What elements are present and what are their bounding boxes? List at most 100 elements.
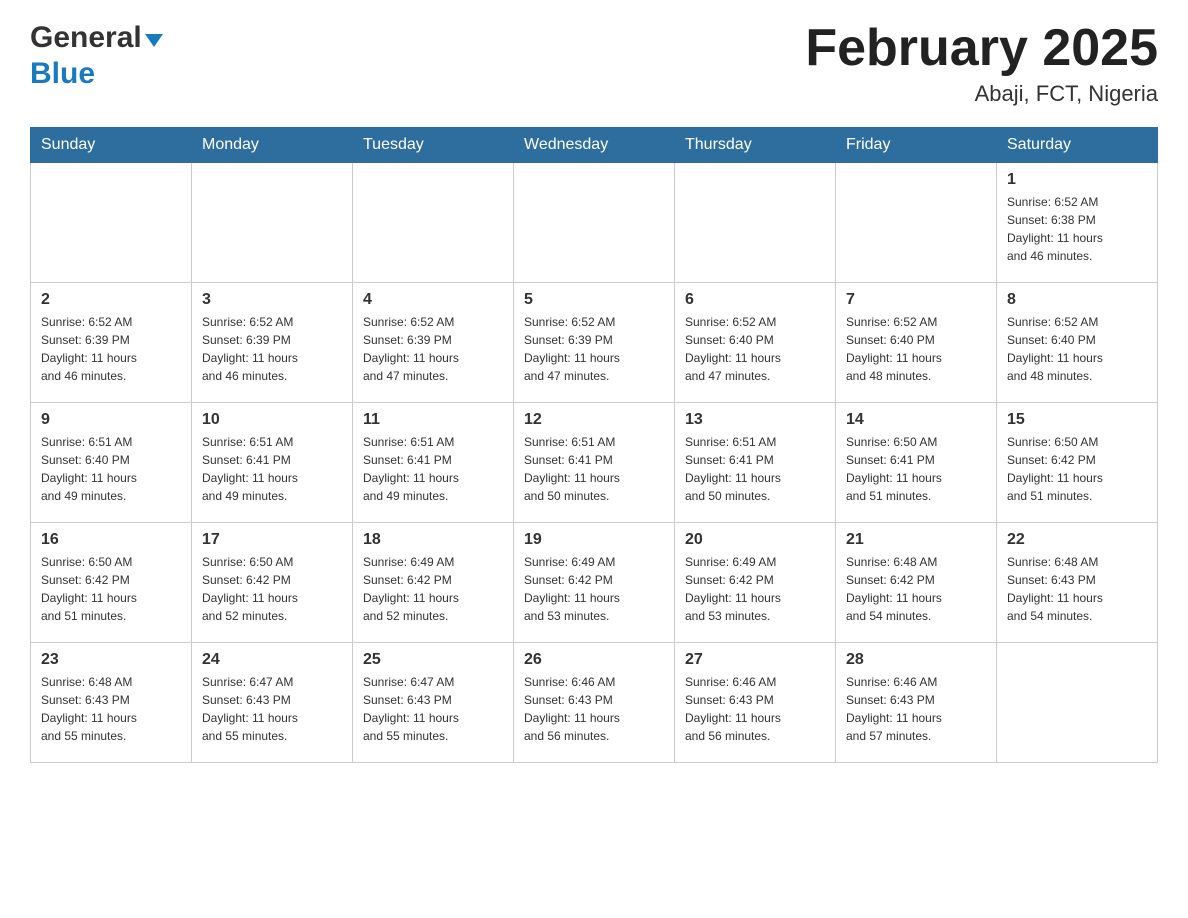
day-number: 14 bbox=[846, 411, 986, 429]
calendar-week-row: 23 Sunrise: 6:48 AM Sunset: 6:43 PM Dayli… bbox=[31, 643, 1158, 763]
day-info: Sunrise: 6:50 AM Sunset: 6:41 PM Dayligh… bbox=[846, 433, 986, 505]
day-number: 28 bbox=[846, 651, 986, 669]
day-number: 13 bbox=[685, 411, 825, 429]
calendar-day-cell: 16 Sunrise: 6:50 AM Sunset: 6:42 PM Dayli… bbox=[31, 523, 192, 643]
calendar-day-cell: 13 Sunrise: 6:51 AM Sunset: 6:41 PM Dayli… bbox=[675, 403, 836, 523]
calendar-day-cell: 8 Sunrise: 6:52 AM Sunset: 6:40 PM Daylig… bbox=[997, 283, 1158, 403]
day-info: Sunrise: 6:48 AM Sunset: 6:43 PM Dayligh… bbox=[41, 673, 181, 745]
day-info: Sunrise: 6:48 AM Sunset: 6:42 PM Dayligh… bbox=[846, 553, 986, 625]
header-saturday: Saturday bbox=[997, 128, 1158, 163]
day-info: Sunrise: 6:50 AM Sunset: 6:42 PM Dayligh… bbox=[202, 553, 342, 625]
day-number: 19 bbox=[524, 531, 664, 549]
day-number: 16 bbox=[41, 531, 181, 549]
calendar-day-cell: 5 Sunrise: 6:52 AM Sunset: 6:39 PM Daylig… bbox=[514, 283, 675, 403]
calendar-day-cell: 2 Sunrise: 6:52 AM Sunset: 6:39 PM Daylig… bbox=[31, 283, 192, 403]
calendar-day-cell: 11 Sunrise: 6:51 AM Sunset: 6:41 PM Dayli… bbox=[353, 403, 514, 523]
calendar-day-cell: 20 Sunrise: 6:49 AM Sunset: 6:42 PM Dayli… bbox=[675, 523, 836, 643]
calendar-week-row: 16 Sunrise: 6:50 AM Sunset: 6:42 PM Dayli… bbox=[31, 523, 1158, 643]
calendar-day-cell: 19 Sunrise: 6:49 AM Sunset: 6:42 PM Dayli… bbox=[514, 523, 675, 643]
day-number: 4 bbox=[363, 291, 503, 309]
day-info: Sunrise: 6:47 AM Sunset: 6:43 PM Dayligh… bbox=[202, 673, 342, 745]
location-title: Abaji, FCT, Nigeria bbox=[805, 81, 1158, 107]
day-number: 2 bbox=[41, 291, 181, 309]
calendar-day-cell: 28 Sunrise: 6:46 AM Sunset: 6:43 PM Dayli… bbox=[836, 643, 997, 763]
calendar-week-row: 2 Sunrise: 6:52 AM Sunset: 6:39 PM Daylig… bbox=[31, 283, 1158, 403]
day-number: 15 bbox=[1007, 411, 1147, 429]
header-sunday: Sunday bbox=[31, 128, 192, 163]
day-info: Sunrise: 6:48 AM Sunset: 6:43 PM Dayligh… bbox=[1007, 553, 1147, 625]
calendar-day-cell: 10Sunrise: 6:51 AM Sunset: 6:41 PM Dayli… bbox=[192, 403, 353, 523]
header-thursday: Thursday bbox=[675, 128, 836, 163]
day-info: Sunrise: 6:52 AM Sunset: 6:39 PM Dayligh… bbox=[41, 313, 181, 385]
calendar-day-cell: 17 Sunrise: 6:50 AM Sunset: 6:42 PM Dayli… bbox=[192, 523, 353, 643]
calendar-day-cell: 22 Sunrise: 6:48 AM Sunset: 6:43 PM Dayli… bbox=[997, 523, 1158, 643]
calendar-table: Sunday Monday Tuesday Wednesday Thursday… bbox=[30, 127, 1158, 763]
calendar-day-cell: 3Sunrise: 6:52 AM Sunset: 6:39 PM Daylig… bbox=[192, 283, 353, 403]
calendar-day-cell: 26Sunrise: 6:46 AM Sunset: 6:43 PM Dayli… bbox=[514, 643, 675, 763]
day-number: 18 bbox=[363, 531, 503, 549]
day-info: Sunrise: 6:52 AM Sunset: 6:39 PM Dayligh… bbox=[363, 313, 503, 385]
calendar-day-cell: 24 Sunrise: 6:47 AM Sunset: 6:43 PM Dayli… bbox=[192, 643, 353, 763]
calendar-day-cell: 14 Sunrise: 6:50 AM Sunset: 6:41 PM Dayli… bbox=[836, 403, 997, 523]
day-info: Sunrise: 6:52 AM Sunset: 6:40 PM Dayligh… bbox=[846, 313, 986, 385]
calendar-day-cell: 21 Sunrise: 6:48 AM Sunset: 6:42 PM Dayli… bbox=[836, 523, 997, 643]
day-number: 8 bbox=[1007, 291, 1147, 309]
day-number: 10 bbox=[202, 411, 342, 429]
day-number: 1 bbox=[1007, 171, 1147, 189]
day-number: 21 bbox=[846, 531, 986, 549]
day-info: Sunrise: 6:52 AM Sunset: 6:38 PM Dayligh… bbox=[1007, 193, 1147, 265]
calendar-day-cell: 1 Sunrise: 6:52 AM Sunset: 6:38 PM Daylig… bbox=[997, 163, 1158, 283]
calendar-day-cell bbox=[836, 163, 997, 283]
day-info: Sunrise: 6:50 AM Sunset: 6:42 PM Dayligh… bbox=[41, 553, 181, 625]
day-number: 17 bbox=[202, 531, 342, 549]
day-number: 24 bbox=[202, 651, 342, 669]
calendar-day-cell: 23 Sunrise: 6:48 AM Sunset: 6:43 PM Dayli… bbox=[31, 643, 192, 763]
logo-blue: Blue bbox=[30, 56, 95, 92]
day-info: Sunrise: 6:50 AM Sunset: 6:42 PM Dayligh… bbox=[1007, 433, 1147, 505]
day-info: Sunrise: 6:49 AM Sunset: 6:42 PM Dayligh… bbox=[363, 553, 503, 625]
day-info: Sunrise: 6:52 AM Sunset: 6:39 PM Dayligh… bbox=[202, 313, 342, 385]
day-info: Sunrise: 6:52 AM Sunset: 6:40 PM Dayligh… bbox=[685, 313, 825, 385]
day-number: 5 bbox=[524, 291, 664, 309]
day-info: Sunrise: 6:49 AM Sunset: 6:42 PM Dayligh… bbox=[685, 553, 825, 625]
month-title: February 2025 bbox=[805, 20, 1158, 77]
day-number: 26 bbox=[524, 651, 664, 669]
day-info: Sunrise: 6:49 AM Sunset: 6:42 PM Dayligh… bbox=[524, 553, 664, 625]
calendar-week-row: 9 Sunrise: 6:51 AM Sunset: 6:40 PM Daylig… bbox=[31, 403, 1158, 523]
calendar-day-cell: 25Sunrise: 6:47 AM Sunset: 6:43 PM Dayli… bbox=[353, 643, 514, 763]
calendar-week-row: 1 Sunrise: 6:52 AM Sunset: 6:38 PM Daylig… bbox=[31, 163, 1158, 283]
calendar-day-cell: 15 Sunrise: 6:50 AM Sunset: 6:42 PM Dayli… bbox=[997, 403, 1158, 523]
day-number: 23 bbox=[41, 651, 181, 669]
calendar-day-cell: 9 Sunrise: 6:51 AM Sunset: 6:40 PM Daylig… bbox=[31, 403, 192, 523]
day-info: Sunrise: 6:52 AM Sunset: 6:40 PM Dayligh… bbox=[1007, 313, 1147, 385]
calendar-day-cell: 6Sunrise: 6:52 AM Sunset: 6:40 PM Daylig… bbox=[675, 283, 836, 403]
logo: General Blue bbox=[30, 20, 163, 92]
day-info: Sunrise: 6:51 AM Sunset: 6:40 PM Dayligh… bbox=[41, 433, 181, 505]
calendar-day-cell bbox=[192, 163, 353, 283]
day-info: Sunrise: 6:51 AM Sunset: 6:41 PM Dayligh… bbox=[685, 433, 825, 505]
header-monday: Monday bbox=[192, 128, 353, 163]
header-friday: Friday bbox=[836, 128, 997, 163]
day-info: Sunrise: 6:46 AM Sunset: 6:43 PM Dayligh… bbox=[846, 673, 986, 745]
calendar-day-cell: 12Sunrise: 6:51 AM Sunset: 6:41 PM Dayli… bbox=[514, 403, 675, 523]
day-number: 11 bbox=[363, 411, 503, 429]
day-number: 25 bbox=[363, 651, 503, 669]
day-number: 22 bbox=[1007, 531, 1147, 549]
day-info: Sunrise: 6:46 AM Sunset: 6:43 PM Dayligh… bbox=[685, 673, 825, 745]
calendar-day-cell: 4 Sunrise: 6:52 AM Sunset: 6:39 PM Daylig… bbox=[353, 283, 514, 403]
day-info: Sunrise: 6:51 AM Sunset: 6:41 PM Dayligh… bbox=[363, 433, 503, 505]
day-number: 27 bbox=[685, 651, 825, 669]
day-number: 12 bbox=[524, 411, 664, 429]
page-header: General Blue February 2025 Abaji, FCT, N… bbox=[30, 20, 1158, 107]
calendar-day-cell: 7 Sunrise: 6:52 AM Sunset: 6:40 PM Daylig… bbox=[836, 283, 997, 403]
day-number: 9 bbox=[41, 411, 181, 429]
logo-general: General bbox=[30, 20, 142, 56]
day-number: 20 bbox=[685, 531, 825, 549]
calendar-day-cell bbox=[997, 643, 1158, 763]
weekday-header-row: Sunday Monday Tuesday Wednesday Thursday… bbox=[31, 128, 1158, 163]
calendar-day-cell: 27 Sunrise: 6:46 AM Sunset: 6:43 PM Dayli… bbox=[675, 643, 836, 763]
calendar-day-cell bbox=[31, 163, 192, 283]
header-tuesday: Tuesday bbox=[353, 128, 514, 163]
day-number: 7 bbox=[846, 291, 986, 309]
day-info: Sunrise: 6:52 AM Sunset: 6:39 PM Dayligh… bbox=[524, 313, 664, 385]
